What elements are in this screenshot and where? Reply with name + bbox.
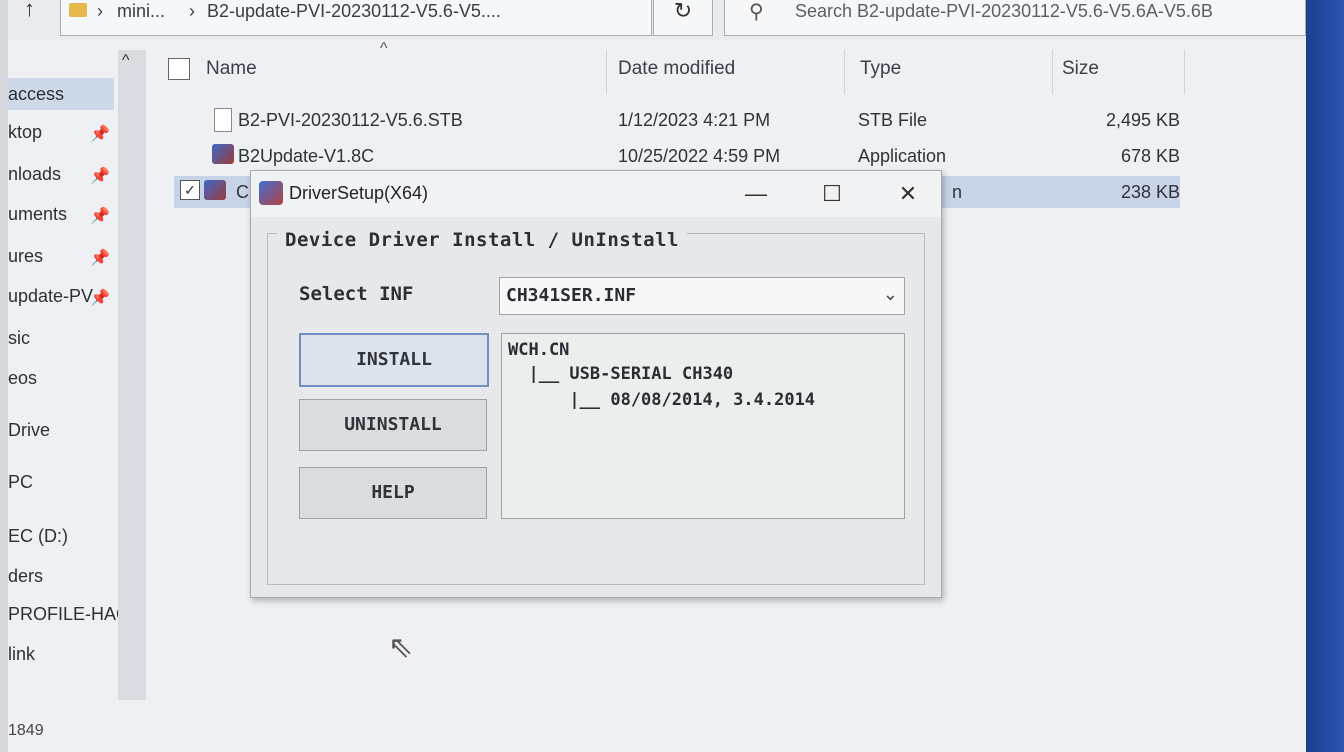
- dialog-title-bar[interactable]: DriverSetup(X64) — ☐ ✕: [251, 171, 941, 217]
- column-divider[interactable]: [1052, 50, 1053, 94]
- nav-item-videos[interactable]: eos: [8, 368, 37, 389]
- address-bar[interactable]: › mini... › B2-update-PVI-20230112-V5.6-…: [60, 0, 686, 36]
- pin-icon: 📌: [90, 168, 110, 185]
- column-header-name[interactable]: Name: [206, 58, 257, 80]
- nav-item-label: sic: [8, 328, 30, 348]
- chevron-up-icon[interactable]: ^: [122, 52, 130, 70]
- file-name: B2Update-V1.8C: [238, 146, 375, 166]
- nav-item-documents[interactable]: uments: [8, 204, 67, 225]
- column-divider[interactable]: [606, 50, 607, 94]
- install-button[interactable]: INSTALL: [299, 333, 489, 387]
- pin-icon: 📌: [90, 208, 110, 225]
- sort-ascending-icon: ^: [380, 40, 388, 57]
- app-icon: [204, 180, 226, 200]
- nav-item-quick-access[interactable]: access: [8, 78, 114, 110]
- nav-item-label: EC (D:): [8, 526, 68, 546]
- pin-icon: 📌: [90, 290, 110, 307]
- select-inf-label: Select INF: [299, 283, 414, 305]
- column-header-size[interactable]: Size: [1062, 58, 1099, 80]
- info-line-vendor: WCH.CN: [508, 340, 570, 360]
- nav-item-profile[interactable]: PROFILE-HAC: [8, 604, 129, 625]
- breadcrumb-separator-icon: ›: [97, 1, 103, 21]
- navigation-pane: access ktop 📌 nloads 📌 uments 📌 ures 📌 u…: [8, 40, 129, 752]
- file-row[interactable]: B2-PVI-20230112-V5.6.STB 1/12/2023 4:21 …: [174, 104, 1180, 136]
- nav-item-label: eos: [8, 368, 38, 388]
- file-size: 678 KB: [1120, 146, 1180, 166]
- mouse-pointer-icon: ⇖: [388, 631, 414, 664]
- folder-icon: [69, 3, 87, 17]
- nav-item-label: uments: [8, 204, 68, 224]
- dialog-title: DriverSetup(X64): [289, 183, 429, 203]
- row-checkbox[interactable]: ✓: [180, 180, 200, 200]
- file-type: STB File: [858, 110, 928, 130]
- file-row[interactable]: B2Update-V1.8C 10/25/2022 4:59 PM Applic…: [174, 140, 1180, 172]
- nav-item-label: PROFILE-HAC: [8, 604, 130, 624]
- pin-icon: 📌: [90, 250, 110, 267]
- nav-item-folders[interactable]: ders: [8, 566, 43, 587]
- help-button[interactable]: HELP: [299, 467, 487, 519]
- driver-info-panel: WCH.CN |__ USB-SERIAL CH340 |__ 08/08/20…: [501, 333, 905, 519]
- file-type: n: [952, 182, 963, 202]
- nav-item-desktop[interactable]: ktop: [8, 122, 42, 143]
- desktop-background-edge: [1306, 0, 1344, 752]
- search-placeholder: Search B2-update-PVI-20230112-V5.6-V5.6A…: [795, 1, 1213, 21]
- nav-item-label: ders: [8, 566, 44, 586]
- nav-item-onedrive[interactable]: Drive: [8, 420, 50, 441]
- nav-item-downloads[interactable]: nloads: [8, 164, 61, 185]
- breadcrumb-item[interactable]: B2-update-PVI-20230112-V5.6-V5....: [207, 1, 501, 22]
- status-item-count: 1849: [8, 722, 44, 739]
- file-size: 2,495 KB: [1105, 110, 1180, 130]
- driver-setup-app-icon: [259, 181, 283, 205]
- group-box-label: Device Driver Install / UnInstall: [277, 229, 687, 251]
- file-size: 238 KB: [1120, 182, 1180, 202]
- maximize-button[interactable]: ☐: [803, 175, 861, 213]
- breadcrumb-item[interactable]: mini...: [117, 1, 165, 22]
- info-line-version: |__ 08/08/2014, 3.4.2014: [508, 390, 816, 410]
- search-input[interactable]: ⚲ Search B2-update-PVI-20230112-V5.6-V5.…: [724, 0, 1306, 36]
- screen-bezel-left: [0, 0, 8, 752]
- column-divider[interactable]: [844, 50, 845, 94]
- nav-item-drive-d[interactable]: EC (D:): [8, 526, 68, 547]
- chevron-down-icon[interactable]: ⌄: [883, 284, 898, 305]
- nav-item-b2-update-folder[interactable]: update-PV: [8, 286, 93, 307]
- column-header-date[interactable]: Date modified: [618, 58, 735, 80]
- up-arrow-icon[interactable]: ↑: [24, 0, 35, 22]
- nav-item-label: ures: [8, 246, 44, 266]
- nav-item-music[interactable]: sic: [8, 328, 30, 349]
- file-type: Application: [858, 146, 947, 166]
- nav-scrollbar[interactable]: ^: [118, 50, 146, 700]
- nav-item-label: nloads: [8, 164, 62, 184]
- nav-item-label: PC: [8, 472, 34, 492]
- nav-item-label: link: [8, 644, 36, 664]
- file-date: 10/25/2022 4:59 PM: [618, 146, 781, 166]
- info-line-device: |__ USB-SERIAL CH340: [508, 364, 734, 384]
- inf-select-dropdown[interactable]: CH341SER.INF ⌄: [499, 277, 905, 315]
- nav-item-this-pc[interactable]: PC: [8, 472, 33, 493]
- driver-setup-dialog: DriverSetup(X64) — ☐ ✕ Device Driver Ins…: [250, 170, 942, 598]
- select-all-checkbox[interactable]: [168, 58, 190, 80]
- file-name: B2-PVI-20230112-V5.6.STB: [238, 110, 463, 130]
- app-icon: [212, 144, 234, 164]
- refresh-button[interactable]: ↻: [653, 0, 713, 36]
- nav-item-label: ktop: [8, 122, 43, 142]
- file-icon: [214, 108, 232, 132]
- column-header-type[interactable]: Type: [860, 58, 901, 80]
- nav-item-label: update-PV: [8, 286, 94, 306]
- nav-item-link[interactable]: link: [8, 644, 35, 665]
- nav-item-label: Drive: [8, 420, 51, 440]
- close-button[interactable]: ✕: [879, 175, 937, 213]
- nav-item-label: access: [8, 84, 65, 104]
- pin-icon: 📌: [90, 126, 110, 143]
- uninstall-button[interactable]: UNINSTALL: [299, 399, 487, 451]
- address-toolbar: ↑ › mini... › B2-update-PVI-20230112-V5.…: [8, 0, 1306, 40]
- minimize-button[interactable]: —: [727, 175, 785, 213]
- breadcrumb-separator-icon: ›: [189, 1, 195, 21]
- file-date: 1/12/2023 4:21 PM: [618, 110, 771, 130]
- inf-select-value: CH341SER.INF: [506, 285, 637, 306]
- search-icon: ⚲: [749, 1, 764, 23]
- column-divider[interactable]: [1184, 50, 1185, 94]
- refresh-icon: ↻: [673, 0, 693, 23]
- file-name: C: [236, 182, 249, 202]
- nav-item-pictures[interactable]: ures: [8, 246, 43, 267]
